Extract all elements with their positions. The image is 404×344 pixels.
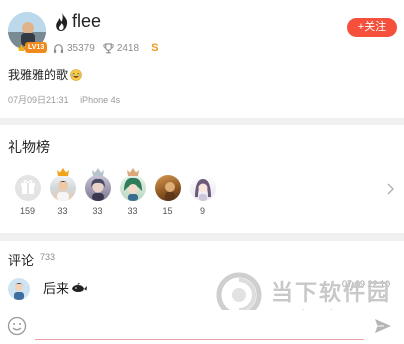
gift-count: 15 — [162, 206, 173, 216]
user-stats: 35379 2418 S — [53, 41, 158, 55]
post-date: 07月09日21:31 — [8, 95, 69, 105]
send-icon[interactable] — [374, 318, 392, 334]
comment-input-field[interactable] — [35, 339, 364, 340]
gift-item[interactable]: 33 — [115, 168, 150, 216]
laughing-emoji-icon — [70, 68, 82, 81]
comment-time: 07-09 22:10 — [342, 279, 391, 289]
section-divider — [0, 118, 404, 125]
silver-crown-icon — [91, 168, 104, 176]
gift-item[interactable]: 33 — [45, 168, 80, 216]
gift-received-count: 2418 — [116, 42, 140, 54]
gifter-avatar — [49, 175, 76, 201]
post-device: iPhone 4s — [80, 95, 121, 105]
gift-item[interactable]: 9 — [185, 175, 220, 216]
follow-button[interactable]: +关注 — [347, 18, 397, 37]
gift-item[interactable]: 159 — [10, 175, 45, 216]
gifter-avatar — [119, 175, 146, 201]
level-badge: LV13 — [25, 42, 48, 53]
listen-count: 35379 — [67, 42, 95, 54]
vip-crown-icon — [18, 44, 25, 51]
comments-title: 评论 — [8, 253, 35, 268]
gift-box-icon — [14, 175, 41, 201]
s-rank-mark: S — [151, 42, 159, 54]
bronze-crown-icon — [126, 168, 139, 176]
username[interactable]: flee — [72, 11, 101, 32]
gift-board-title: 礼物榜 — [8, 139, 50, 155]
gift-count: 33 — [127, 206, 138, 216]
gold-crown-icon — [56, 168, 69, 176]
gift-count: 33 — [57, 206, 68, 216]
gift-count: 9 — [199, 206, 205, 216]
headphones-icon — [53, 43, 64, 53]
flame-icon — [56, 13, 68, 31]
gifter-avatar — [189, 175, 216, 201]
whale-icon — [72, 282, 88, 292]
gifter-avatar — [84, 175, 111, 201]
commenter-name[interactable]: 后来 — [43, 278, 88, 297]
gift-ranking-list: 159 33 33 33 15 9 — [10, 168, 220, 216]
commenter-avatar[interactable] — [8, 278, 30, 300]
section-divider — [0, 233, 404, 241]
gift-count: 159 — [19, 206, 36, 216]
gift-item[interactable]: 15 — [150, 175, 185, 216]
post-caption: 我雅雅的歌 — [8, 68, 69, 82]
gift-item[interactable]: 33 — [80, 168, 115, 216]
user-avatar[interactable]: LV13 — [8, 12, 48, 53]
post-meta: 07月09日21:31 iPhone 4s — [8, 93, 120, 106]
gift-count: 33 — [92, 206, 103, 216]
trophy-icon — [103, 42, 114, 53]
comment-input-bar — [0, 310, 404, 344]
emoji-picker-icon[interactable] — [7, 316, 27, 336]
comments-count: 733 — [40, 252, 56, 262]
post-header: LV13 flee 35379 2418 S +关注 我雅雅的歌 07月09日2… — [0, 0, 404, 118]
post-text: 我雅雅的歌 — [8, 66, 82, 83]
gifter-avatar — [154, 175, 181, 201]
gift-board[interactable]: 礼物榜 159 33 33 33 15 9 — [0, 125, 404, 233]
commenter-username: 后来 — [43, 281, 70, 296]
chevron-right-icon[interactable] — [386, 183, 394, 195]
